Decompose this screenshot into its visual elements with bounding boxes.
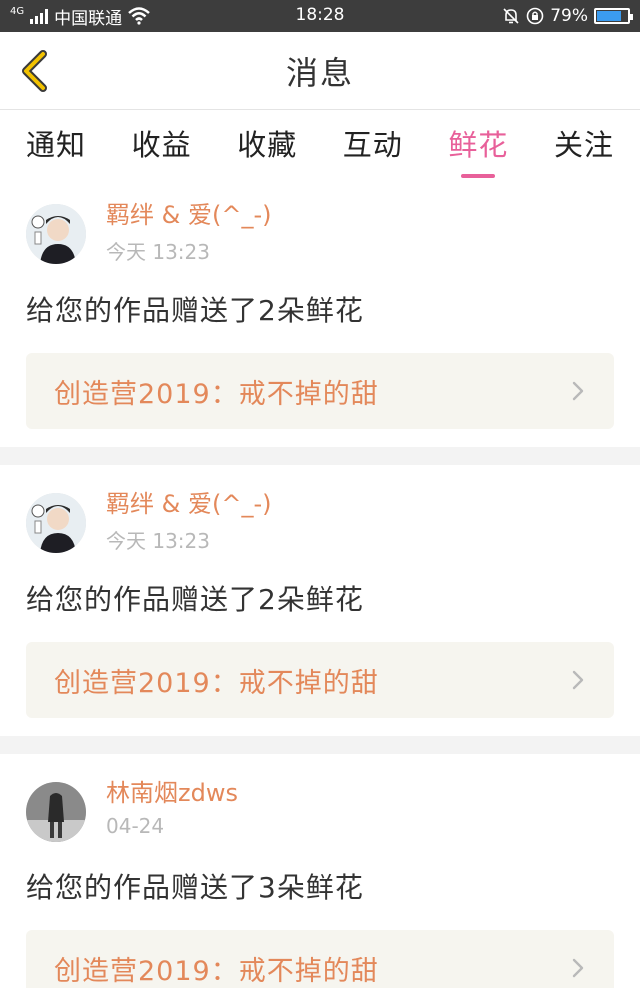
message-card: 羁绊 & 爱(^_-) 今天 13:23 给您的作品赠送了2朵鲜花 创造营201… <box>0 465 640 736</box>
username[interactable]: 羁绊 & 爱(^_-) <box>106 200 271 230</box>
battery-icon <box>594 8 633 24</box>
nav-bar: 消息 <box>0 32 640 110</box>
work-title: 创造营2019：戒不掉的甜 <box>54 667 379 699</box>
work-link[interactable]: 创造营2019：戒不掉的甜 <box>26 930 614 988</box>
username[interactable]: 羁绊 & 爱(^_-) <box>106 489 271 519</box>
avatar-image <box>26 204 86 264</box>
work-link[interactable]: 创造营2019：戒不掉的甜 <box>26 642 614 718</box>
tab-follows[interactable]: 关注 <box>554 122 614 164</box>
work-title: 创造营2019：戒不掉的甜 <box>54 378 379 410</box>
tab-notifications[interactable]: 通知 <box>26 122 86 164</box>
tab-flowers[interactable]: 鲜花 <box>448 122 508 164</box>
message-card: 羁绊 & 爱(^_-) 今天 13:23 给您的作品赠送了2朵鲜花 创造营201… <box>0 176 640 447</box>
avatar-image <box>26 493 86 553</box>
status-bar: 4G 中国联通 18:28 79% <box>0 0 640 32</box>
message-text: 给您的作品赠送了2朵鲜花 <box>26 294 364 327</box>
divider <box>0 447 640 465</box>
message-text: 给您的作品赠送了2朵鲜花 <box>26 583 364 616</box>
avatar[interactable] <box>26 493 86 553</box>
avatar[interactable] <box>26 782 86 842</box>
avatar-image <box>26 782 86 842</box>
divider <box>0 736 640 754</box>
work-title: 创造营2019：戒不掉的甜 <box>54 955 379 987</box>
chevron-right-icon <box>572 670 584 690</box>
back-button[interactable] <box>14 48 54 94</box>
tab-earnings[interactable]: 收益 <box>132 122 192 164</box>
message-text: 给您的作品赠送了3朵鲜花 <box>26 871 364 904</box>
timestamp: 今天 13:23 <box>106 240 210 264</box>
page-title: 消息 <box>285 53 354 92</box>
chevron-right-icon <box>572 381 584 401</box>
chevron-left-icon <box>22 50 47 92</box>
username[interactable]: 林南烟zdws <box>106 778 238 808</box>
chevron-right-icon <box>572 958 584 978</box>
tab-interactions[interactable]: 互动 <box>343 122 403 164</box>
status-time: 18:28 <box>295 5 345 25</box>
timestamp: 今天 13:23 <box>106 529 210 553</box>
message-card: 林南烟zdws 04-24 给您的作品赠送了3朵鲜花 创造营2019：戒不掉的甜 <box>0 754 640 988</box>
work-link[interactable]: 创造营2019：戒不掉的甜 <box>26 353 614 429</box>
tab-favorites[interactable]: 收藏 <box>237 122 297 164</box>
tab-bar: 通知 收益 收藏 互动 鲜花 关注 <box>0 110 640 176</box>
timestamp: 04-24 <box>106 814 165 838</box>
avatar[interactable] <box>26 204 86 264</box>
